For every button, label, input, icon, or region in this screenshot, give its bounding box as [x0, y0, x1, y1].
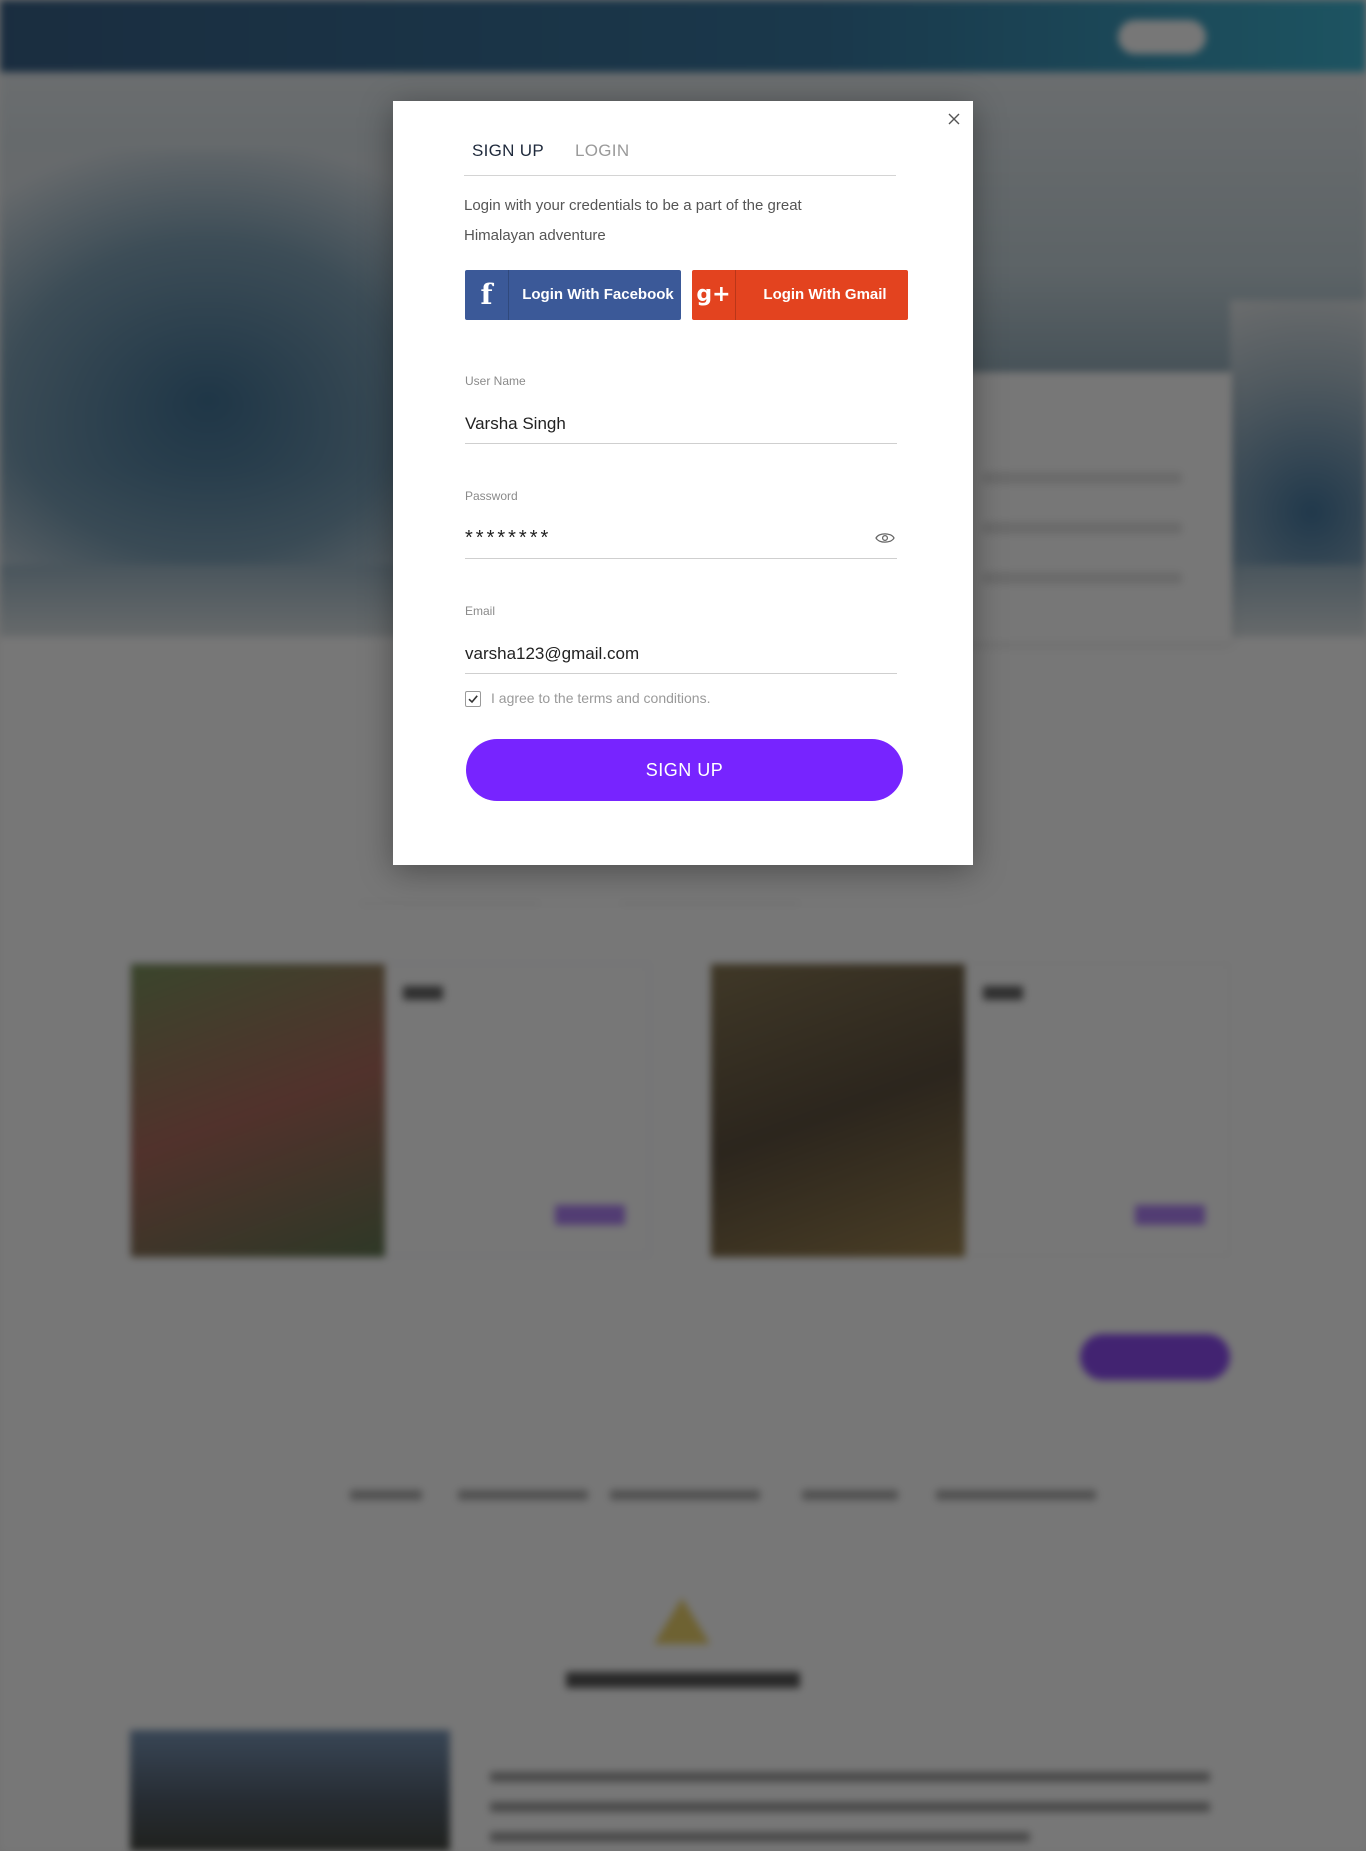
tab-login[interactable]: LOGIN [575, 141, 629, 161]
auth-tabs: SIGN UP LOGIN [464, 141, 896, 176]
intro-text: Login with your credentials to be a part… [464, 197, 802, 244]
gmail-login-button[interactable]: g+ Login With Gmail [692, 270, 908, 320]
facebook-login-button[interactable]: f Login With Facebook [465, 270, 681, 320]
terms-checkbox[interactable] [465, 691, 481, 707]
password-input[interactable] [465, 519, 897, 559]
terms-label: I agree to the terms and conditions. [491, 690, 711, 706]
password-label: Password [465, 489, 518, 503]
facebook-icon: f [465, 270, 509, 320]
email-input[interactable] [465, 634, 897, 674]
username-input[interactable] [465, 404, 897, 444]
show-password-icon[interactable] [875, 531, 895, 545]
signup-submit-button[interactable]: SIGN UP [466, 739, 903, 801]
checkmark-icon [468, 695, 478, 704]
tab-signup[interactable]: SIGN UP [472, 141, 544, 161]
facebook-login-label: Login With Facebook [522, 286, 674, 303]
auth-modal: SIGN UP LOGIN Login with your credential… [393, 101, 973, 865]
email-label: Email [465, 604, 496, 618]
username-label: User Name [465, 374, 526, 388]
google-plus-icon: g+ [692, 270, 736, 320]
gmail-login-label: Login With Gmail [763, 286, 887, 303]
close-icon[interactable] [944, 109, 964, 129]
